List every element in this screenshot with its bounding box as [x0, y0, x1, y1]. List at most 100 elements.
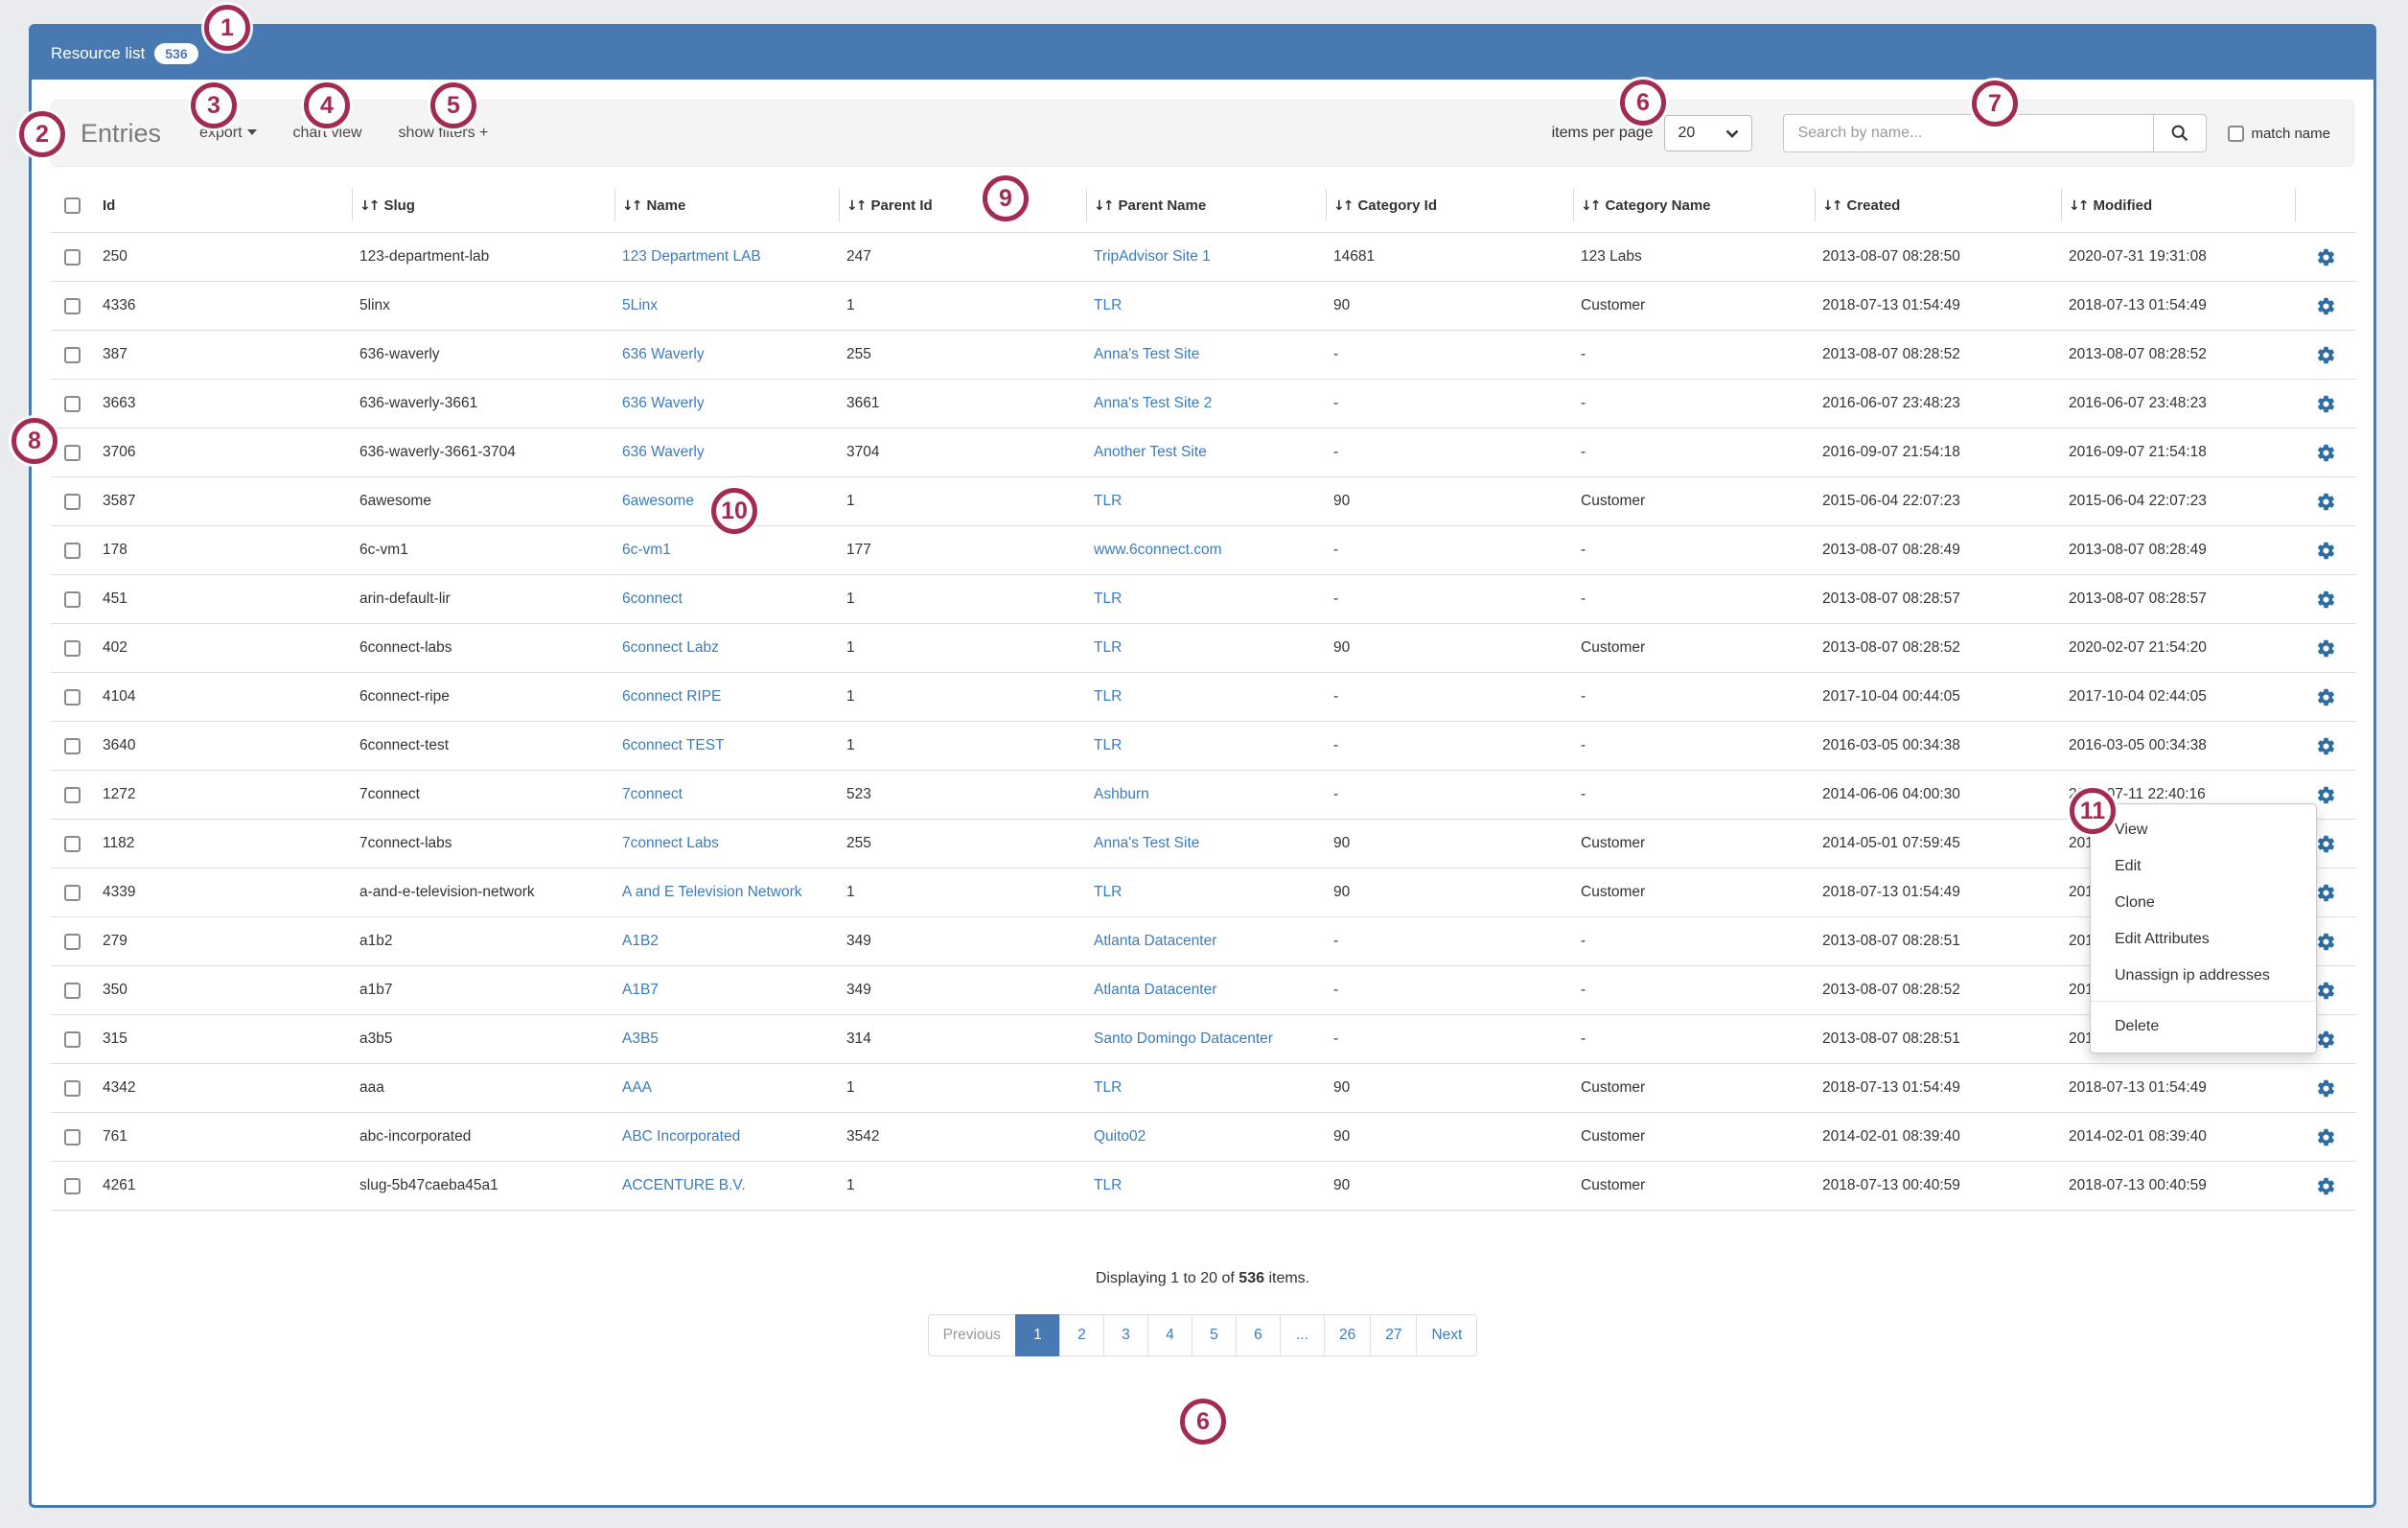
column-header-modified[interactable]: ↓↑Modified	[2061, 178, 2295, 233]
column-header-name[interactable]: ↓↑Name	[614, 178, 839, 233]
menu-item-clone[interactable]: Clone	[2091, 885, 2316, 921]
search-input[interactable]	[1783, 114, 2153, 152]
page-button-27[interactable]: 27	[1370, 1314, 1417, 1356]
resource-name-link[interactable]: 5Linx	[622, 297, 658, 313]
page-button-next[interactable]: Next	[1416, 1314, 1477, 1356]
page-button-3[interactable]: 3	[1103, 1314, 1148, 1356]
row-checkbox[interactable]	[64, 885, 81, 901]
match-name-checkbox[interactable]	[2228, 126, 2244, 142]
row-checkbox[interactable]	[64, 249, 81, 266]
parent-name-link[interactable]: TLR	[1094, 737, 1122, 753]
row-actions-button[interactable]	[2295, 331, 2356, 380]
resource-name-link[interactable]: A1B2	[622, 933, 659, 949]
row-checkbox[interactable]	[64, 689, 81, 706]
row-checkbox[interactable]	[64, 934, 81, 950]
parent-name-link[interactable]: TLR	[1094, 884, 1122, 900]
parent-name-link[interactable]: Santo Domingo Datacenter	[1094, 1030, 1273, 1047]
resource-name-link[interactable]: 7connect	[622, 786, 683, 802]
resource-name-link[interactable]: A3B5	[622, 1030, 659, 1047]
row-actions-button[interactable]	[2295, 1113, 2356, 1162]
resource-name-link[interactable]: ABC Incorporated	[622, 1128, 740, 1145]
parent-name-link[interactable]: Anna's Test Site 2	[1094, 395, 1212, 411]
row-checkbox[interactable]	[64, 1178, 81, 1194]
row-actions-button[interactable]	[2295, 673, 2356, 722]
resource-name-link[interactable]: 636 Waverly	[622, 444, 705, 460]
row-checkbox[interactable]	[64, 591, 81, 608]
resource-name-link[interactable]: 6c-vm1	[622, 542, 671, 558]
row-actions-button[interactable]	[2295, 1162, 2356, 1211]
parent-name-link[interactable]: Quito02	[1094, 1128, 1146, 1145]
row-checkbox[interactable]	[64, 836, 81, 852]
parent-name-link[interactable]: TLR	[1094, 639, 1122, 656]
row-actions-button[interactable]	[2295, 624, 2356, 673]
column-header-category-name[interactable]: ↓↑Category Name	[1573, 178, 1815, 233]
resource-name-link[interactable]: A and E Television Network	[622, 884, 802, 900]
menu-item-delete[interactable]: Delete	[2091, 1008, 2316, 1045]
row-actions-button[interactable]	[2295, 722, 2356, 771]
row-checkbox[interactable]	[64, 298, 81, 314]
row-checkbox[interactable]	[64, 347, 81, 363]
page-button-2[interactable]: 2	[1059, 1314, 1104, 1356]
page-button-26[interactable]: 26	[1324, 1314, 1371, 1356]
parent-name-link[interactable]: Ashburn	[1094, 786, 1149, 802]
menu-item-edit[interactable]: Edit	[2091, 848, 2316, 885]
page-button-[interactable]: ...	[1280, 1314, 1325, 1356]
menu-item-edit-attributes[interactable]: Edit Attributes	[2091, 921, 2316, 958]
parent-name-link[interactable]: TripAdvisor Site 1	[1094, 248, 1211, 265]
parent-name-link[interactable]: TLR	[1094, 1079, 1122, 1096]
parent-name-link[interactable]: Another Test Site	[1094, 444, 1207, 460]
parent-name-link[interactable]: TLR	[1094, 688, 1122, 705]
resource-name-link[interactable]: 636 Waverly	[622, 346, 705, 362]
resource-name-link[interactable]: 6connect Labz	[622, 639, 719, 656]
resource-name-link[interactable]: 636 Waverly	[622, 395, 705, 411]
row-actions-button[interactable]	[2295, 282, 2356, 331]
parent-name-link[interactable]: Atlanta Datacenter	[1094, 933, 1216, 949]
row-checkbox[interactable]	[64, 1129, 81, 1146]
search-button[interactable]	[2153, 114, 2207, 152]
page-button-1[interactable]: 1	[1015, 1314, 1060, 1356]
resource-name-link[interactable]: 6connect	[622, 590, 683, 607]
resource-name-link[interactable]: 6connect RIPE	[622, 688, 721, 705]
parent-name-link[interactable]: TLR	[1094, 493, 1122, 509]
page-button-6[interactable]: 6	[1236, 1314, 1281, 1356]
page-button-4[interactable]: 4	[1147, 1314, 1192, 1356]
row-checkbox[interactable]	[64, 445, 81, 461]
row-checkbox[interactable]	[64, 494, 81, 510]
column-header-parent-name[interactable]: ↓↑Parent Name	[1086, 178, 1326, 233]
menu-item-view[interactable]: View	[2091, 812, 2316, 848]
column-header-category-id[interactable]: ↓↑Category Id	[1326, 178, 1573, 233]
menu-item-unassign-ip-addresses[interactable]: Unassign ip addresses	[2091, 958, 2316, 994]
row-actions-button[interactable]	[2295, 380, 2356, 428]
row-actions-button[interactable]	[2295, 428, 2356, 477]
parent-name-link[interactable]: Atlanta Datacenter	[1094, 982, 1216, 998]
row-checkbox[interactable]	[64, 1031, 81, 1048]
resource-name-link[interactable]: AAA	[622, 1079, 652, 1096]
row-checkbox[interactable]	[64, 396, 81, 412]
parent-name-link[interactable]: TLR	[1094, 297, 1122, 313]
row-checkbox[interactable]	[64, 1080, 81, 1097]
row-actions-button[interactable]	[2295, 1064, 2356, 1113]
resource-name-link[interactable]: 7connect Labs	[622, 835, 719, 851]
row-checkbox[interactable]	[64, 543, 81, 559]
parent-name-link[interactable]: TLR	[1094, 1177, 1122, 1193]
row-actions-button[interactable]	[2295, 477, 2356, 526]
resource-name-link[interactable]: A1B7	[622, 982, 659, 998]
row-actions-button[interactable]	[2295, 526, 2356, 575]
select-all-checkbox[interactable]	[64, 197, 81, 214]
column-header-slug[interactable]: ↓↑Slug	[352, 178, 614, 233]
parent-name-link[interactable]: www.6connect.com	[1094, 542, 1222, 558]
resource-name-link[interactable]: 6connect TEST	[622, 737, 725, 753]
page-button-previous[interactable]: Previous	[928, 1314, 1016, 1356]
parent-name-link[interactable]: TLR	[1094, 590, 1122, 607]
row-actions-button[interactable]	[2295, 233, 2356, 282]
row-actions-button[interactable]	[2295, 575, 2356, 624]
show-filters-button[interactable]: show filters +	[399, 125, 489, 142]
resource-name-link[interactable]: 6awesome	[622, 493, 694, 509]
row-checkbox[interactable]	[64, 787, 81, 803]
column-header-created[interactable]: ↓↑Created	[1815, 178, 2061, 233]
parent-name-link[interactable]: Anna's Test Site	[1094, 346, 1199, 362]
resource-name-link[interactable]: 123 Department LAB	[622, 248, 761, 265]
row-checkbox[interactable]	[64, 738, 81, 754]
resource-name-link[interactable]: ACCENTURE B.V.	[622, 1177, 746, 1193]
items-per-page-select[interactable]: 20	[1664, 115, 1752, 151]
